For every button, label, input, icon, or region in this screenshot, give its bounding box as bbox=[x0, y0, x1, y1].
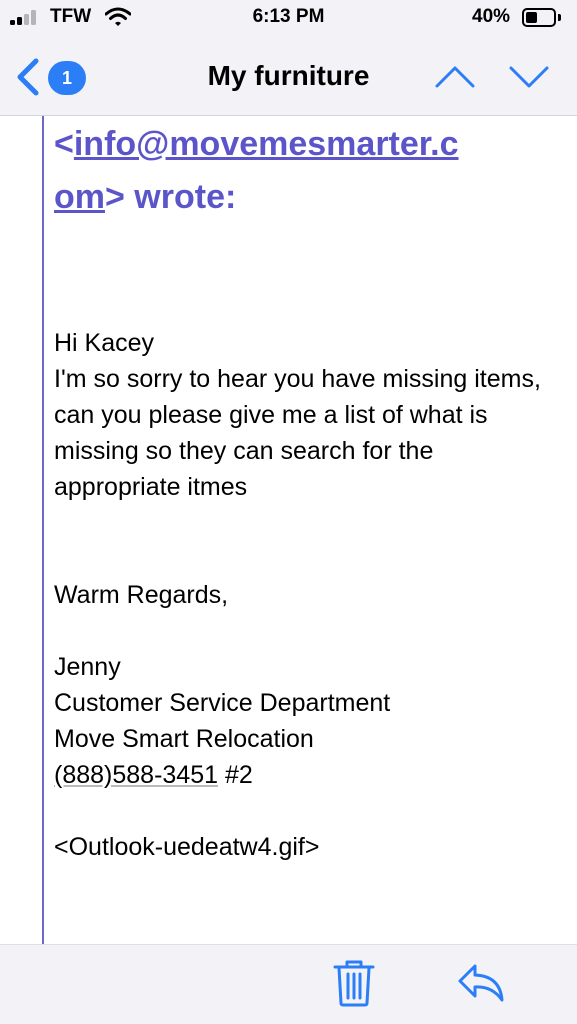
battery-icon bbox=[522, 8, 556, 27]
page-title: My furniture bbox=[207, 60, 370, 91]
sender-name: Jenny bbox=[54, 653, 121, 681]
nav-bar: 1 My furniture bbox=[0, 40, 577, 116]
sender-department: Customer Service Department bbox=[54, 689, 391, 717]
message-paragraph: I'm so sorry to hear you have missing it… bbox=[54, 365, 541, 501]
quoted-from-line: <info@movemesmarter.c om> wrote: bbox=[54, 118, 554, 224]
chevron-up-icon[interactable] bbox=[433, 60, 477, 94]
phone-link[interactable]: (888)588-3451 bbox=[54, 761, 218, 789]
sender-company: Move Smart Relocation bbox=[54, 725, 314, 753]
greeting: Hi Kacey bbox=[54, 329, 155, 357]
battery-cap bbox=[558, 14, 561, 21]
sender-phone-line: (888)588-3451 #2 bbox=[54, 757, 564, 793]
reply-icon[interactable] bbox=[456, 960, 506, 1006]
phone-extension: #2 bbox=[218, 761, 253, 789]
bottom-toolbar bbox=[0, 944, 577, 1024]
from-prefix: < bbox=[54, 125, 74, 163]
message-body: Hi Kacey I'm so sorry to hear you have m… bbox=[54, 325, 564, 865]
trash-icon[interactable] bbox=[330, 958, 378, 1008]
from-suffix: > wrote: bbox=[105, 178, 237, 216]
chevron-down-icon[interactable] bbox=[507, 60, 551, 94]
closing: Warm Regards, bbox=[54, 581, 229, 609]
attachment-placeholder[interactable]: <Outlook-uedeatw4.gif> bbox=[54, 829, 564, 865]
quote-bar bbox=[42, 116, 44, 944]
status-bar: TFW 6:13 PM 40% bbox=[0, 0, 577, 40]
sender-email-link[interactable]: info@movemesmarter.c bbox=[74, 125, 459, 163]
battery-percentage: 40% bbox=[472, 6, 511, 27]
sender-email-link-cont[interactable]: om bbox=[54, 178, 105, 216]
